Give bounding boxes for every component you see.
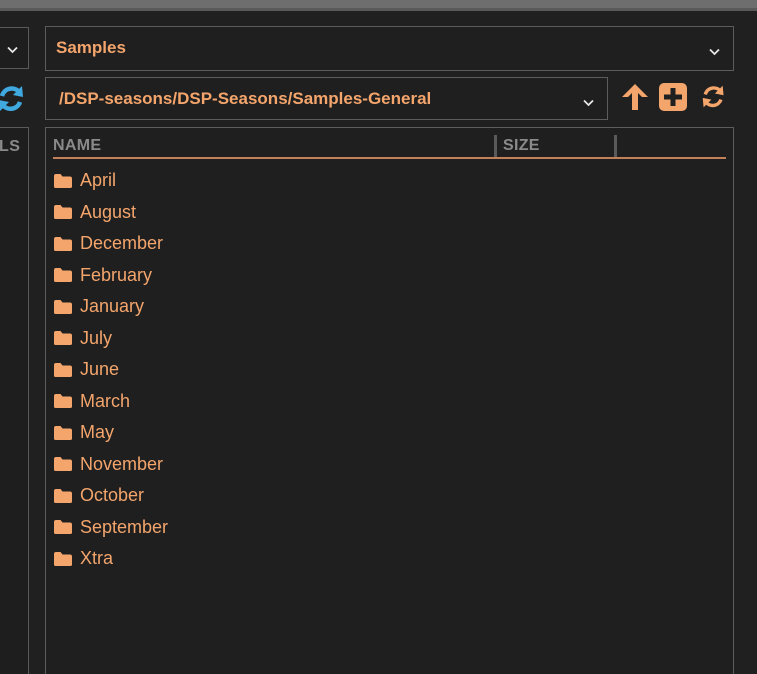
list-item[interactable]: August (53, 197, 726, 229)
list-item[interactable]: March (53, 386, 726, 418)
list-item-name: November (80, 453, 164, 474)
chevron-down-icon (709, 43, 720, 61)
top-bar (0, 0, 757, 11)
list-item-name: July (80, 327, 113, 348)
left-panel-refresh-icon[interactable] (0, 84, 26, 114)
column-resize-handle[interactable] (614, 135, 617, 157)
list-item[interactable]: April (53, 165, 726, 197)
list-item-name: April (80, 170, 117, 191)
top-bar-edge (0, 8, 757, 11)
folder-icon (53, 236, 80, 252)
file-browser-window: LS Samples /DSP-seasons/DSP-Seasons/Samp… (0, 0, 757, 674)
list-item[interactable]: October (53, 480, 726, 512)
new-folder-button[interactable] (657, 82, 689, 117)
file-list-panel: NAME SIZE April August December February Jan… (45, 127, 734, 674)
list-item[interactable]: September (53, 512, 726, 544)
list-item-name: June (80, 359, 120, 380)
folder-icon (53, 393, 80, 409)
list-item[interactable]: January (53, 291, 726, 323)
folder-icon (53, 456, 80, 472)
folder-icon (53, 551, 80, 567)
left-panel-column-header: LS (0, 138, 21, 155)
folder-icon (53, 425, 80, 441)
folder-icon (53, 519, 80, 535)
file-list: April August December February January July Ju… (53, 165, 726, 575)
source-dropdown[interactable]: Samples (45, 26, 734, 71)
list-item-name: Xtra (80, 548, 114, 569)
list-item[interactable]: June (53, 354, 726, 386)
list-item-name: May (80, 422, 115, 443)
folder-icon (53, 299, 80, 315)
list-item-name: January (80, 296, 145, 317)
folder-icon (53, 488, 80, 504)
list-item[interactable]: July (53, 323, 726, 355)
list-item-name: August (80, 201, 137, 222)
arrow-up-icon (620, 82, 650, 117)
column-header-size[interactable]: SIZE (503, 137, 540, 155)
folder-icon (53, 267, 80, 283)
folder-icon (53, 362, 80, 378)
up-directory-button[interactable] (619, 83, 651, 115)
list-item-name: March (80, 390, 131, 411)
path-dropdown[interactable]: /DSP-seasons/DSP-Seasons/Samples-General (45, 77, 608, 120)
list-item[interactable]: May (53, 417, 726, 449)
list-item-name: December (80, 233, 164, 254)
refresh-icon (701, 84, 727, 115)
path-dropdown-label: /DSP-seasons/DSP-Seasons/Samples-General (59, 89, 432, 108)
list-item[interactable]: February (53, 260, 726, 292)
list-item-name: September (80, 516, 169, 537)
folder-icon (53, 173, 80, 189)
chevron-down-icon (7, 41, 18, 59)
list-item[interactable]: December (53, 228, 726, 260)
list-item-name: October (80, 485, 145, 506)
column-header-row: NAME SIZE (53, 135, 726, 159)
plus-square-icon (658, 82, 688, 117)
list-item[interactable]: November (53, 449, 726, 481)
left-panel-dropdown[interactable] (0, 27, 29, 69)
folder-icon (53, 204, 80, 220)
folder-icon (53, 330, 80, 346)
chevron-down-icon (583, 94, 594, 112)
refresh-button[interactable] (698, 83, 730, 115)
left-panel-list: LS (0, 127, 29, 674)
column-header-name[interactable]: NAME (53, 137, 101, 155)
column-resize-handle[interactable] (494, 135, 497, 157)
source-dropdown-label: Samples (56, 38, 126, 57)
list-item[interactable]: Xtra (53, 543, 726, 575)
list-item-name: February (80, 264, 153, 285)
